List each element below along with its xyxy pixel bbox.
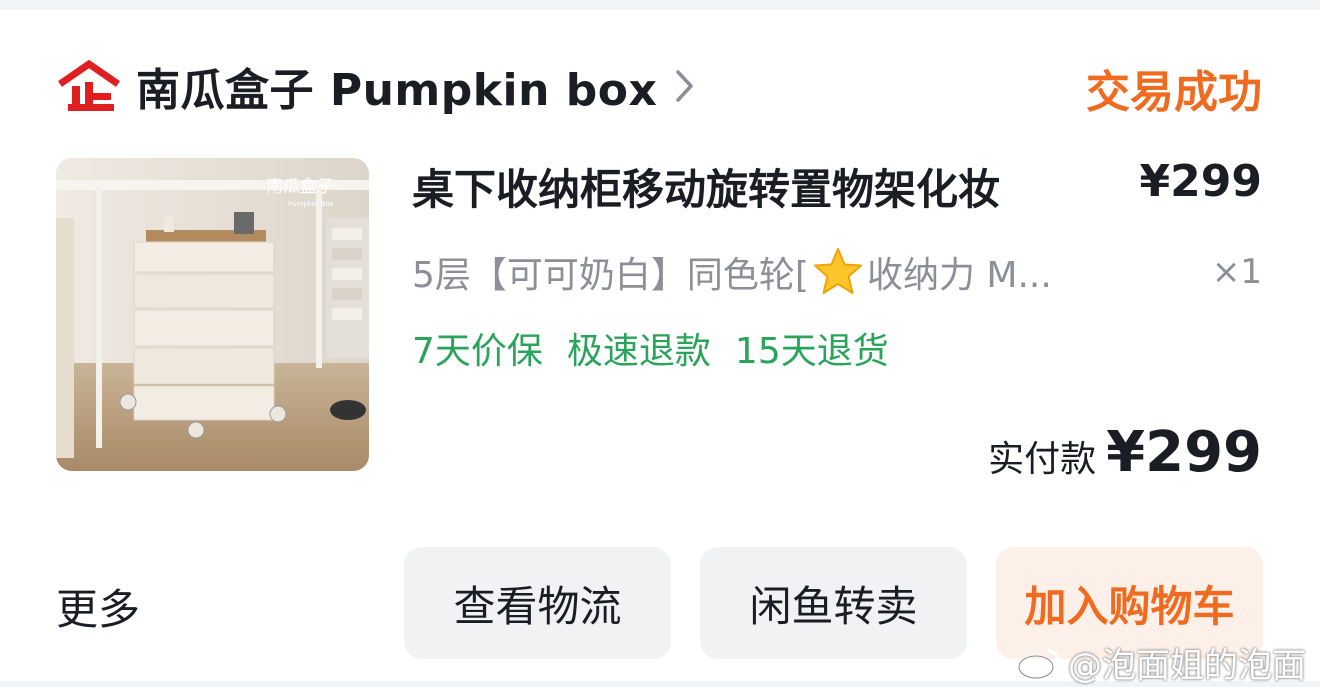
order-card: 南瓜盒子 Pumpkin box 交易成功 南瓜盒子 Pumpkin Box 桌… — [0, 10, 1320, 686]
image-brand-en: Pumpkin Box — [288, 200, 333, 208]
xianyu-resell-button[interactable]: 闲鱼转卖 — [700, 547, 967, 659]
product-sku[interactable]: 5层【可可奶白】同色轮[ 收纳力 M... — [412, 246, 1112, 298]
watermark: @泡面姐的泡面 — [1016, 638, 1306, 687]
product-photo: 南瓜盒子 Pumpkin Box — [56, 158, 369, 471]
product-quantity: ×1 — [1211, 252, 1262, 292]
product-price: ¥299 — [1139, 156, 1262, 207]
paid-label: 实付款 — [988, 439, 1097, 480]
more-button[interactable]: 更多 — [56, 576, 140, 637]
view-logistics-button[interactable]: 查看物流 — [404, 547, 671, 659]
shop-name[interactable]: 南瓜盒子 Pumpkin box — [136, 54, 657, 118]
service-tag: 15天退货 — [734, 331, 889, 372]
sku-text-start: 5层【可可奶白】同色轮[ — [412, 255, 809, 296]
paid-amount: ¥299 — [1106, 420, 1262, 485]
shop-header[interactable]: 南瓜盒子 Pumpkin box — [56, 54, 695, 118]
order-status: 交易成功 — [1086, 67, 1262, 118]
service-tag: 7天价保 — [412, 331, 543, 372]
service-tags: 7天价保 极速退款 15天退货 — [412, 322, 889, 374]
star-icon — [813, 248, 862, 294]
shop-logo-icon — [58, 60, 120, 111]
product-title[interactable]: 桌下收纳柜移动旋转置物架化妆 — [412, 156, 1092, 217]
weibo-icon — [1017, 649, 1060, 679]
chevron-right-icon[interactable] — [675, 69, 695, 103]
payment-summary: 实付款 ¥299 — [988, 420, 1262, 485]
watermark-text: @泡面姐的泡面 — [1068, 646, 1306, 686]
image-brand-cn: 南瓜盒子 — [266, 177, 334, 197]
service-tag: 极速退款 — [566, 331, 711, 372]
product-image[interactable]: 南瓜盒子 Pumpkin Box — [56, 158, 369, 471]
sku-text-end: 收纳力 M... — [866, 255, 1052, 296]
